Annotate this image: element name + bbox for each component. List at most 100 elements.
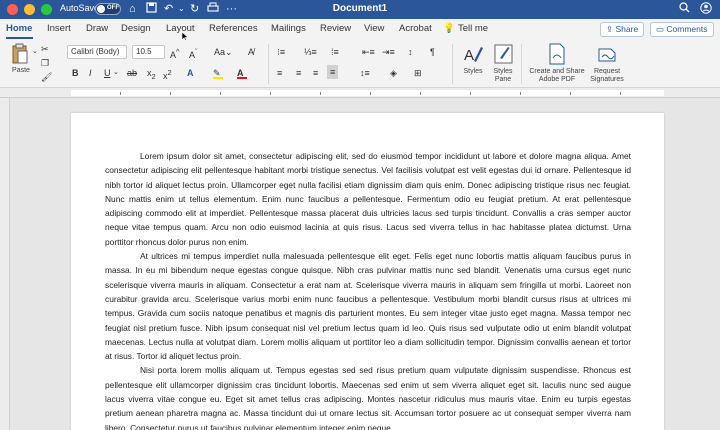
cut-icon[interactable]: ✂ <box>41 43 49 55</box>
zoom-window-button[interactable] <box>41 4 52 15</box>
paste-dropdown-icon[interactable]: ⌄ <box>32 46 38 58</box>
horizontal-ruler[interactable] <box>0 88 720 98</box>
decrease-indent-icon[interactable]: ⇤≡ <box>362 46 375 58</box>
font-color-icon[interactable]: A <box>237 67 247 79</box>
adobe-pdf-icon[interactable] <box>548 43 566 70</box>
highlight-icon[interactable]: ✎ <box>213 67 223 79</box>
styles-icon[interactable]: A <box>462 43 484 70</box>
more-icon[interactable]: ··· <box>226 2 237 16</box>
share-label: Share <box>615 24 639 34</box>
lightbulb-icon: 💡 <box>443 23 455 34</box>
styles-pane-icon[interactable] <box>494 43 514 70</box>
autosave-state: OFF <box>107 5 119 11</box>
redo-icon[interactable]: ↻ <box>190 2 199 16</box>
tab-home[interactable]: Home <box>6 23 32 34</box>
bold-icon[interactable]: B <box>72 67 79 79</box>
autosave-label: AutoSave <box>60 3 100 13</box>
font-name-combo[interactable]: Calibri (Body) <box>67 45 127 59</box>
clear-formatting-icon[interactable]: A̸ <box>248 46 254 58</box>
ruler-tick <box>620 92 621 95</box>
vertical-ruler[interactable] <box>0 98 10 430</box>
tab-acrobat[interactable]: Acrobat <box>399 23 432 34</box>
ruler-tick <box>470 92 471 95</box>
tab-insert[interactable]: Insert <box>47 23 71 34</box>
request-signatures-label: Request Signatures <box>590 68 624 83</box>
share-icon: ⇪ <box>606 24 614 34</box>
superscript-icon[interactable]: x2 <box>163 67 172 82</box>
ruler-tick <box>170 92 171 95</box>
tab-review[interactable]: Review <box>320 23 351 34</box>
ribbon-home: Paste ⌄ ✂ ❐ 🖌 Calibri (Body) 10.5 A^ Aˇ … <box>0 40 720 88</box>
request-signatures-icon[interactable] <box>597 43 619 70</box>
account-icon[interactable] <box>700 2 712 17</box>
decrease-font-icon[interactable]: Aˇ <box>189 46 198 61</box>
ruler-tick <box>520 92 521 95</box>
underline-icon[interactable]: U <box>104 67 111 79</box>
align-left-icon[interactable]: ≡ <box>277 67 282 79</box>
divider <box>521 44 522 84</box>
change-case-icon[interactable]: Aa⌄ <box>214 46 233 58</box>
tab-mailings[interactable]: Mailings <box>271 23 306 34</box>
italic-icon[interactable]: I <box>89 67 92 79</box>
ruler-text-area <box>71 90 664 96</box>
shading-icon[interactable]: ◈ <box>390 67 397 79</box>
ruler-tick <box>120 92 121 95</box>
styles-pane-label: Styles Pane <box>493 68 513 83</box>
document-body[interactable]: Lorem ipsum dolor sit amet, consectetur … <box>105 149 631 430</box>
autosave-toggle[interactable]: OFF <box>95 3 121 15</box>
title-bar: AutoSave OFF ⌂ ↶ ⌄ ↻ ··· Document1 <box>0 0 720 19</box>
print-icon[interactable] <box>207 2 219 17</box>
subscript-icon[interactable]: x2 <box>147 67 156 83</box>
styles-label: Styles <box>463 68 483 75</box>
align-center-icon[interactable]: ≡ <box>296 67 301 79</box>
paste-icon[interactable] <box>11 43 29 70</box>
text-effects-icon[interactable]: A <box>187 67 194 79</box>
undo-icon[interactable]: ↶ <box>164 2 173 16</box>
underline-dropdown-icon[interactable]: ⌄ <box>113 67 119 79</box>
multilevel-list-icon[interactable]: ⁞≡ <box>331 46 339 58</box>
ruler-tick <box>270 92 271 95</box>
save-icon[interactable] <box>146 2 157 17</box>
paragraph[interactable]: At ultrices mi tempus imperdiet nulla ma… <box>105 249 631 363</box>
tab-references[interactable]: References <box>209 23 258 34</box>
numbering-icon[interactable]: ⅓≡ <box>304 46 317 58</box>
close-window-button[interactable] <box>7 4 18 15</box>
divider <box>452 44 453 84</box>
strikethrough-icon[interactable]: ab <box>127 67 137 79</box>
paragraph[interactable]: Nisi porta lorem mollis aliquam ut. Temp… <box>105 363 631 430</box>
copy-icon[interactable]: ❐ <box>41 57 49 69</box>
font-size-value: 10.5 <box>136 47 152 56</box>
sort-icon[interactable]: ↕ <box>408 46 413 58</box>
ruler-tick <box>370 92 371 95</box>
create-share-pdf-label: Create and Share Adobe PDF <box>529 68 585 83</box>
paragraph[interactable]: Lorem ipsum dolor sit amet, consectetur … <box>105 149 631 249</box>
align-right-icon[interactable]: ≡ <box>313 67 318 79</box>
tab-design[interactable]: Design <box>121 23 151 34</box>
bullets-icon[interactable]: ⁝≡ <box>277 46 285 58</box>
tab-draw[interactable]: Draw <box>86 23 108 34</box>
tell-me-search[interactable]: Tell me <box>458 23 488 34</box>
ruler-tick <box>570 92 571 95</box>
increase-indent-icon[interactable]: ⇥≡ <box>382 46 395 58</box>
document-page[interactable]: Lorem ipsum dolor sit amet, consectetur … <box>71 113 664 430</box>
search-icon[interactable] <box>679 2 690 16</box>
tab-view[interactable]: View <box>364 23 384 34</box>
line-spacing-icon[interactable]: ↕≡ <box>360 67 370 79</box>
borders-icon[interactable]: ⊞ <box>414 67 422 79</box>
font-size-combo[interactable]: 10.5 <box>132 45 165 59</box>
home-icon[interactable]: ⌂ <box>129 2 136 16</box>
ruler-tick <box>420 92 421 95</box>
share-button[interactable]: ⇪ Share <box>600 22 645 37</box>
format-painter-icon[interactable]: 🖌 <box>41 71 52 83</box>
ruler-tick <box>320 92 321 95</box>
justify-icon[interactable]: ≡ <box>327 65 339 79</box>
toggle-knob <box>97 5 105 13</box>
font-name-value: Calibri (Body) <box>71 47 120 56</box>
ribbon-tabs: Home Insert Draw Design Layout Reference… <box>0 19 720 42</box>
undo-dropdown-icon[interactable]: ⌄ <box>178 2 185 16</box>
minimize-window-button[interactable] <box>24 4 35 15</box>
increase-font-icon[interactable]: A^ <box>170 46 180 61</box>
ruler-tick <box>220 92 221 95</box>
comments-button[interactable]: ▭ Comments <box>650 22 714 37</box>
show-formatting-icon[interactable]: ¶ <box>430 46 435 58</box>
